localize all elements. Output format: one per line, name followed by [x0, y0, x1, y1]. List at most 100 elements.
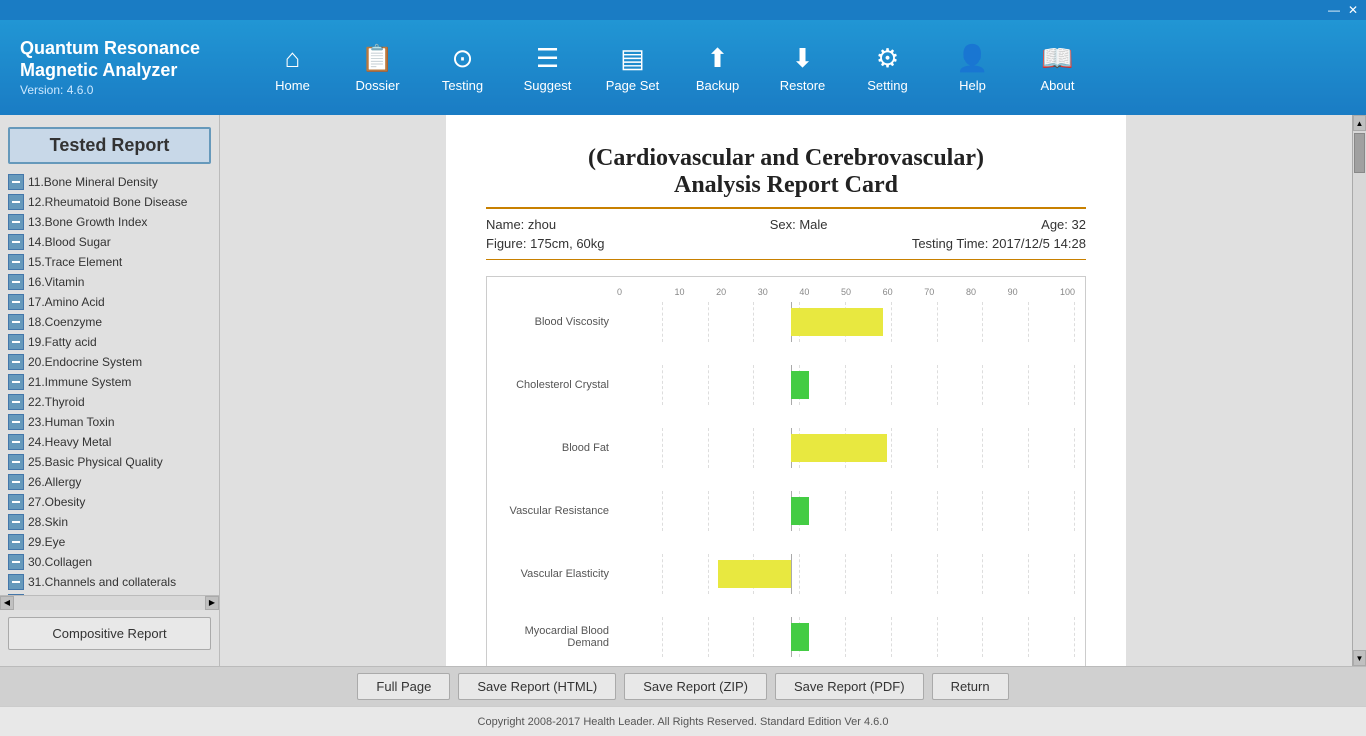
item-label: 21.Immune System: [28, 375, 131, 389]
nav-item-about[interactable]: 📖About: [1015, 30, 1100, 105]
sidebar-list-item[interactable]: 12.Rheumatoid Bone Disease: [4, 192, 215, 212]
chart-row: Myocardial BloodDemand: [487, 614, 1075, 659]
patient-sex: Sex: Male: [770, 217, 828, 232]
item-label: 30.Collagen: [28, 555, 92, 569]
nav-item-restore[interactable]: ⬇Restore: [760, 30, 845, 105]
chart-bar: [791, 497, 809, 525]
chart-label: Blood Viscosity: [487, 316, 617, 328]
nav-item-dossier[interactable]: 📋Dossier: [335, 30, 420, 105]
full-page-button[interactable]: Full Page: [357, 673, 450, 700]
item-label: 23.Human Toxin: [28, 415, 115, 429]
item-icon: [8, 174, 24, 190]
chart-bar: [791, 623, 809, 651]
sidebar-list-item[interactable]: 13.Bone Growth Index: [4, 212, 215, 232]
item-icon: [8, 474, 24, 490]
chart-label: Myocardial BloodDemand: [487, 625, 617, 649]
nav-bar: ⌂ Home 📋Dossier⊙Testing ☰ Suggest ▤Page Set⬆B…: [230, 30, 1356, 105]
nav-item-setting[interactable]: ⚙Setting: [845, 30, 930, 105]
sidebar-list-item[interactable]: 21.Immune System: [4, 372, 215, 392]
sidebar-list-item[interactable]: 25.Basic Physical Quality: [4, 452, 215, 472]
setting-label: Setting: [867, 78, 907, 93]
sidebar-list-item[interactable]: 29.Eye: [4, 532, 215, 552]
suggest-icon: ☰: [536, 43, 559, 74]
sidebar-list-item[interactable]: 30.Collagen: [4, 552, 215, 572]
chart-label: Cholesterol Crystal: [487, 379, 617, 391]
app-logo: Quantum Resonance Magnetic Analyzer Vers…: [10, 38, 230, 97]
return-button[interactable]: Return: [932, 673, 1009, 700]
sidebar-list-item[interactable]: 27.Obesity: [4, 492, 215, 512]
sidebar-list-item[interactable]: 22.Thyroid: [4, 392, 215, 412]
sidebar-list-item[interactable]: 14.Blood Sugar: [4, 232, 215, 252]
help-icon: 👤: [956, 43, 988, 74]
nav-item-pageset[interactable]: ▤Page Set: [590, 30, 675, 105]
close-button[interactable]: ✕: [1344, 3, 1362, 17]
nav-item-help[interactable]: 👤Help: [930, 30, 1015, 105]
backup-icon: ⬆: [707, 43, 729, 74]
sidebar-list-item[interactable]: 15.Trace Element: [4, 252, 215, 272]
item-label: 20.Endocrine System: [28, 355, 142, 369]
nav-item-backup[interactable]: ⬆Backup: [675, 30, 760, 105]
minimize-button[interactable]: —: [1324, 3, 1344, 17]
item-icon: [8, 334, 24, 350]
content-area: (Cardiovascular and Cerebrovascular) Ana…: [220, 115, 1366, 666]
report-info-row1: Name: zhou Sex: Male Age: 32: [486, 217, 1086, 232]
scrollbar-down-btn[interactable]: ▼: [1353, 650, 1366, 666]
suggest-label: Suggest: [524, 78, 572, 93]
sidebar-list[interactable]: 11.Bone Mineral Density 12.Rheumatoid Bon…: [0, 172, 219, 595]
scrollbar-up-btn[interactable]: ▲: [1353, 115, 1366, 131]
item-icon: [8, 234, 24, 250]
sidebar-list-item[interactable]: 16.Vitamin: [4, 272, 215, 292]
sidebar-list-item[interactable]: 24.Heavy Metal: [4, 432, 215, 452]
sidebar-list-item[interactable]: 31.Channels and collaterals: [4, 572, 215, 592]
item-label: 11.Bone Mineral Density: [28, 175, 158, 189]
save-html-button[interactable]: Save Report (HTML): [458, 673, 616, 700]
bottom-toolbar: Full Page Save Report (HTML) Save Report (…: [0, 666, 1366, 706]
chart-label: Vascular Elasticity: [487, 568, 617, 580]
item-label: 15.Trace Element: [28, 255, 122, 269]
home-label: Home: [275, 78, 310, 93]
item-label: 28.Skin: [28, 515, 68, 529]
chart-bar: [791, 371, 809, 399]
sidebar-list-item[interactable]: 28.Skin: [4, 512, 215, 532]
right-scrollbar[interactable]: ▲ ▼: [1352, 115, 1366, 666]
item-icon: [8, 454, 24, 470]
chart-row: Vascular Elasticity: [487, 551, 1075, 596]
item-icon: [8, 274, 24, 290]
home-icon: ⌂: [285, 43, 301, 74]
item-label: 31.Channels and collaterals: [28, 575, 176, 589]
report-container[interactable]: (Cardiovascular and Cerebrovascular) Ana…: [220, 115, 1352, 666]
pageset-icon: ▤: [620, 43, 645, 74]
scrollbar-thumb[interactable]: [1354, 133, 1365, 173]
nav-item-testing[interactable]: ⊙Testing: [420, 30, 505, 105]
item-icon: [8, 374, 24, 390]
nav-item-suggest[interactable]: ☰ Suggest: [505, 30, 590, 105]
title-bar: — ✕: [0, 0, 1366, 20]
sidebar-list-item[interactable]: 20.Endocrine System: [4, 352, 215, 372]
sidebar-list-item[interactable]: 23.Human Toxin: [4, 412, 215, 432]
composite-report-button[interactable]: Compositive Report: [8, 617, 211, 650]
sidebar-list-item[interactable]: 17.Amino Acid: [4, 292, 215, 312]
nav-item-home[interactable]: ⌂ Home: [250, 30, 335, 105]
item-icon: [8, 354, 24, 370]
sidebar-list-item[interactable]: 18.Coenzyme: [4, 312, 215, 332]
hscroll-left-btn[interactable]: ◀: [0, 596, 14, 610]
item-label: 19.Fatty acid: [28, 335, 97, 349]
dossier-icon: 📋: [361, 43, 393, 74]
item-label: 16.Vitamin: [28, 275, 84, 289]
sidebar-list-item[interactable]: 19.Fatty acid: [4, 332, 215, 352]
item-icon: [8, 494, 24, 510]
sidebar-list-item[interactable]: 11.Bone Mineral Density: [4, 172, 215, 192]
item-icon: [8, 314, 24, 330]
item-label: 27.Obesity: [28, 495, 85, 509]
report-title: (Cardiovascular and Cerebrovascular) Ana…: [486, 145, 1086, 199]
chart-bar: [791, 308, 883, 336]
sidebar-list-item[interactable]: 26.Allergy: [4, 472, 215, 492]
scrollbar-track[interactable]: [1353, 131, 1366, 650]
item-icon: [8, 194, 24, 210]
hscroll-right-btn[interactable]: ▶: [205, 596, 219, 610]
save-pdf-button[interactable]: Save Report (PDF): [775, 673, 924, 700]
chart-row: Vascular Resistance: [487, 488, 1075, 533]
item-icon: [8, 254, 24, 270]
restore-icon: ⬇: [792, 43, 814, 74]
save-zip-button[interactable]: Save Report (ZIP): [624, 673, 767, 700]
